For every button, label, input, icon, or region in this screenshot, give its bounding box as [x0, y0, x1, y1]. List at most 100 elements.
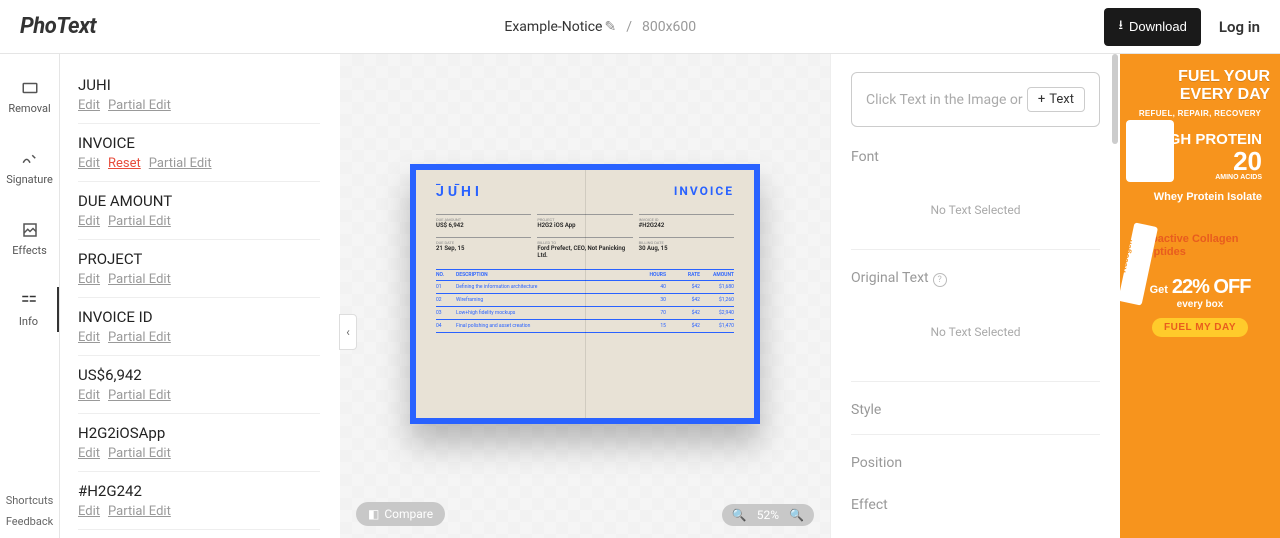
info-action-edit[interactable]: Edit: [78, 156, 100, 171]
pencil-icon[interactable]: ✎: [604, 19, 616, 35]
info-block-actions: Edit Partial Edit: [78, 272, 320, 287]
info-block-actions: Edit Partial Edit: [78, 388, 320, 403]
nav-effects-label: Effects: [12, 244, 47, 257]
ad-headline: FUEL YOUR EVERY DAY: [1130, 68, 1270, 103]
canvas-area[interactable]: ‹ JUHI INVOICE DUE AMOUNTUS$ 6,942PROJEC…: [340, 54, 830, 538]
nav-signature[interactable]: Signature: [0, 145, 59, 190]
nav-signature-label: Signature: [6, 173, 53, 186]
info-action-edit[interactable]: Edit: [78, 330, 100, 345]
info-action-edit[interactable]: Edit: [78, 446, 100, 461]
text-prompt-msg: Click Text in the Image or: [866, 92, 1023, 108]
doc-name[interactable]: Example-Notice✎: [504, 19, 616, 35]
invoice-preview[interactable]: JUHI INVOICE DUE AMOUNTUS$ 6,942PROJECTH…: [410, 164, 760, 424]
info-action-partial-edit[interactable]: Partial Edit: [108, 98, 171, 113]
info-block-actions: Edit Partial Edit: [78, 446, 320, 461]
info-panel: JUHIEditPartial EditINVOICEEditResetPart…: [60, 54, 340, 538]
info-block-title: INVOICE ID: [78, 308, 320, 326]
nav-effects[interactable]: Effects: [0, 216, 59, 261]
help-icon[interactable]: ?: [933, 273, 947, 287]
info-action-partial-edit[interactable]: Partial Edit: [108, 214, 171, 229]
feedback-link[interactable]: Feedback: [6, 515, 53, 528]
info-block: DUE DATEEditPartial Edit: [78, 530, 320, 538]
ad-banner[interactable]: FUEL YOUR EVERY DAY REFUEL, REPAIR, RECO…: [1120, 54, 1280, 538]
effect-section-label: Effect: [851, 497, 1100, 513]
info-action-partial-edit[interactable]: Partial Edit: [108, 330, 171, 345]
info-block: DUE AMOUNT Edit Partial Edit: [78, 182, 320, 240]
plus-icon: +: [1038, 92, 1045, 107]
zoom-value: 52%: [757, 508, 779, 522]
info-block-actions: Edit Partial Edit: [78, 330, 320, 345]
info-block-title: PROJECT: [78, 250, 320, 268]
zoom-in-button[interactable]: 🔍: [789, 508, 804, 522]
signature-icon: [20, 149, 40, 169]
font-empty: No Text Selected: [851, 171, 1100, 249]
ad-whey: Whey Protein Isolate: [1130, 191, 1270, 203]
info-action-edit[interactable]: Edit: [78, 214, 100, 229]
nav-removal-label: Removal: [8, 102, 50, 115]
info-action-edit[interactable]: Edit: [78, 98, 100, 113]
info-block-title: JUHI: [78, 76, 320, 94]
invoice-table-row: 02Wireframing30$42$1,260: [436, 294, 734, 307]
zoom-out-button[interactable]: 🔍: [732, 508, 747, 522]
info-block-title: DUE AMOUNT: [78, 192, 320, 210]
shortcuts-link[interactable]: Shortcuts: [6, 494, 54, 507]
invoice-cell: DUE AMOUNTUS$ 6,942: [436, 214, 531, 229]
add-text-button[interactable]: +Text: [1027, 87, 1085, 112]
info-block: JUHI Edit Partial Edit: [78, 66, 320, 124]
info-block-title: #H2G242: [78, 482, 320, 500]
compare-icon: ◧: [368, 507, 379, 521]
ad-cta-button[interactable]: FUEL MY DAY: [1152, 318, 1248, 337]
invoice-brand: JUHI: [436, 184, 483, 200]
effects-icon: [20, 220, 40, 240]
nav-info[interactable]: Info: [0, 287, 59, 332]
info-block-title: H2G2iOSApp: [78, 424, 320, 442]
info-action-edit[interactable]: Edit: [78, 272, 100, 287]
login-link[interactable]: Log in: [1219, 18, 1260, 36]
invoice-cell: INVOICE ID#H2G242: [639, 214, 734, 229]
collapse-panel-button[interactable]: ‹: [339, 314, 357, 350]
invoice-table-row: 04Final polishing and asset creation15$4…: [436, 320, 734, 333]
ad-every: every box: [1130, 299, 1270, 310]
nav-removal[interactable]: Removal: [0, 74, 59, 119]
info-action-partial-edit[interactable]: Partial Edit: [108, 388, 171, 403]
logo[interactable]: PhoText: [20, 14, 96, 39]
info-block: #H2G242 Edit Partial Edit: [78, 472, 320, 530]
nav-info-label: Info: [19, 315, 38, 328]
scrollbar[interactable]: [1112, 54, 1118, 538]
ad-product-box: [1126, 120, 1174, 182]
original-text-label: Original Text?: [851, 270, 1100, 287]
download-button[interactable]: ⭳ Download: [1104, 8, 1200, 46]
ad-subhead: REFUEL, REPAIR, RECOVERY: [1130, 109, 1270, 118]
info-action-edit[interactable]: Edit: [78, 388, 100, 403]
zoom-control: 🔍 52% 🔍: [722, 504, 814, 526]
info-action-partial-edit[interactable]: Partial Edit: [108, 272, 171, 287]
info-action-partial-edit[interactable]: Partial Edit: [149, 156, 212, 171]
info-block-actions: Edit Reset Partial Edit: [78, 156, 320, 171]
style-section-label: Style: [851, 402, 1100, 418]
removal-icon: [20, 78, 40, 98]
separator: /: [626, 19, 632, 35]
invoice-table-header: NO.DESCRIPTIONHOURSRATEAMOUNT: [436, 269, 734, 281]
invoice-heading: INVOICE: [674, 184, 734, 200]
invoice-table-row: 01Defining the information architecture4…: [436, 281, 734, 294]
info-block: INVOICE ID Edit Partial Edit: [78, 298, 320, 356]
text-prompt-box: Click Text in the Image or +Text: [851, 72, 1100, 127]
info-block: PROJECT Edit Partial Edit: [78, 240, 320, 298]
info-action-partial-edit[interactable]: Partial Edit: [108, 446, 171, 461]
info-action-reset[interactable]: Reset: [108, 156, 141, 171]
info-block-actions: Edit Partial Edit: [78, 98, 320, 113]
info-action-edit[interactable]: Edit: [78, 504, 100, 519]
info-block: US$6,942EditPartial Edit: [78, 356, 320, 414]
topbar: PhoText Example-Notice✎ / 800x600 ⭳ Down…: [0, 0, 1280, 54]
doc-dimensions: 800x600: [642, 19, 696, 35]
compare-button[interactable]: ◧ Compare: [356, 502, 445, 526]
info-block: INVOICEEditResetPartial Edit: [78, 124, 320, 182]
side-nav: Removal Signature Effects Info Shortcuts…: [0, 54, 60, 538]
info-action-partial-edit[interactable]: Partial Edit: [108, 504, 171, 519]
ad-offer: Get 22% OFF: [1130, 276, 1270, 299]
original-empty: No Text Selected: [851, 293, 1100, 371]
position-section-label: Position: [851, 455, 1100, 471]
info-block-actions: Edit Partial Edit: [78, 504, 320, 519]
download-label: Download: [1129, 19, 1187, 34]
info-block: H2G2iOSApp Edit Partial Edit: [78, 414, 320, 472]
